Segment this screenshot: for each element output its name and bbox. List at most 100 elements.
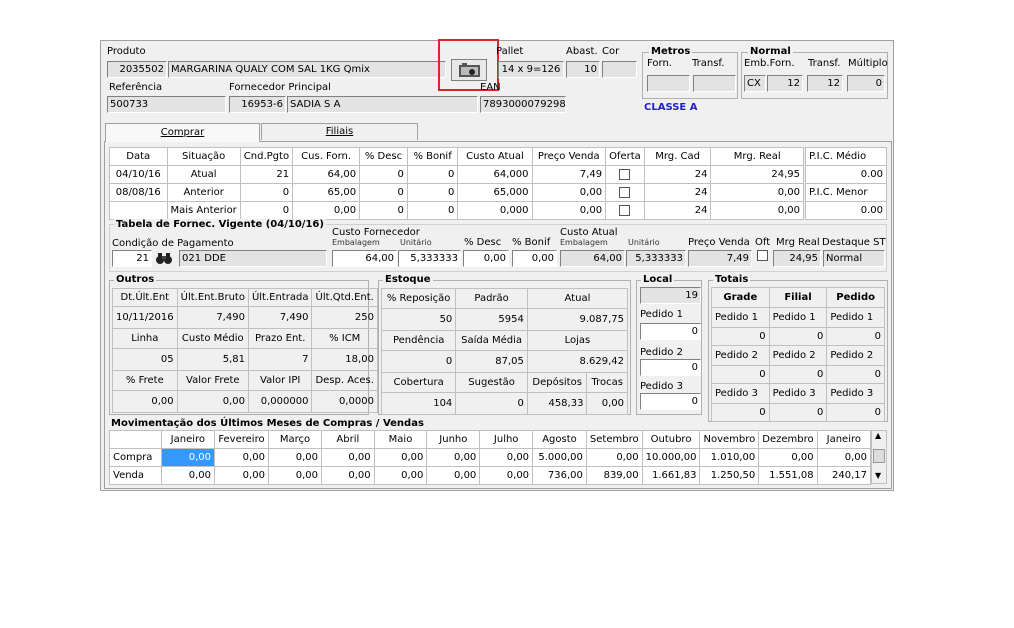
cell[interactable]: 0,00 <box>816 448 872 467</box>
cell[interactable]: 10.000,00 <box>641 448 701 467</box>
produto-name-field[interactable]: MARGARINA QUALY COM SAL 1KG Qmix <box>168 61 446 78</box>
oferta-checkbox[interactable] <box>619 204 631 216</box>
pv-field[interactable]: 7,49 <box>688 250 752 267</box>
oferta-checkbox[interactable] <box>619 168 631 180</box>
local-pedido3-label: Pedido 3 <box>640 381 683 392</box>
cell[interactable]: 1.010,00 <box>699 448 760 467</box>
ult-qtd-ent-value: 250 <box>311 306 378 329</box>
bonif-field[interactable]: 0,00 <box>512 250 557 267</box>
cell[interactable]: 0,00 <box>479 448 534 467</box>
normal-title: Normal <box>748 46 793 57</box>
local-pedido3-field[interactable]: 0 <box>640 393 701 410</box>
produto-code-field[interactable]: 2035502 <box>107 61 167 78</box>
cell[interactable]: 0,00 <box>373 448 428 467</box>
table-row[interactable]: Mais Anterior 0 0,00 0 0 0,000 0,00 24 0… <box>109 201 804 220</box>
tab-filiais[interactable]: Filiais <box>261 123 418 140</box>
cell[interactable]: 0,00 <box>267 448 323 467</box>
scroll-down-icon[interactable]: ▼ <box>875 471 881 480</box>
classe-label: CLASSE A <box>644 102 698 113</box>
camera-button[interactable] <box>451 59 487 81</box>
abast-field[interactable]: 10 <box>566 61 600 78</box>
ult-entrada-label: Últ.Entrada <box>247 288 313 307</box>
normal-group: Normal Emb.Forn. Transf. Múltiplo CX 12 … <box>741 46 888 99</box>
camera-icon <box>459 63 480 77</box>
fornecedor-code-field[interactable]: 16953-6 <box>229 96 286 113</box>
ca-unit-field[interactable]: 5,333333 <box>626 250 686 267</box>
linha-label: Linha <box>112 328 178 349</box>
mrg-real-field[interactable]: 24,95 <box>773 250 821 267</box>
emb-forn-label: Emb.Forn. <box>744 58 795 69</box>
scroll-up-icon[interactable]: ▲ <box>875 431 881 440</box>
cell[interactable]: 0,00 <box>373 466 428 485</box>
table-row[interactable]: 08/08/16 Anterior 0 65,00 0 0 65,000 0,0… <box>109 183 804 202</box>
prazo-ent-value: 7 <box>247 348 313 371</box>
tab-comprar[interactable]: Comprar <box>105 123 260 142</box>
cell[interactable]: 0,00 <box>267 466 323 485</box>
emb-forn-field[interactable]: 12 <box>767 75 803 92</box>
normal-transf-field[interactable]: 12 <box>807 75 843 92</box>
cell: 64,00 <box>292 165 361 184</box>
cell: 0 <box>768 365 828 384</box>
table-row[interactable]: Venda 0,00 0,00 0,00 0,00 0,00 0,00 0,00 736,00 8… <box>109 466 872 485</box>
metros-transf-field[interactable] <box>693 75 736 92</box>
pedido-header: Pedido <box>826 287 885 308</box>
table-row[interactable]: Compra 0,00 0,00 0,00 0,00 0,00 0,00 0,00 5.000,… <box>109 448 872 467</box>
cell[interactable]: 0,00 <box>585 448 643 467</box>
cell[interactable]: 1.551,08 <box>758 466 818 485</box>
cell: 0 <box>711 327 770 346</box>
cor-field[interactable] <box>602 61 637 78</box>
saida-media-value: 87,05 <box>455 350 528 373</box>
cell[interactable]: 5.000,00 <box>532 448 587 467</box>
valor-frete-value: 0,00 <box>176 390 249 413</box>
hdr-mrgcad: Mrg. Cad <box>643 147 712 166</box>
desc-field[interactable]: 0,00 <box>463 250 509 267</box>
cell[interactable]: 0,00 <box>758 448 818 467</box>
cell[interactable]: 1.661,83 <box>641 466 701 485</box>
mov-scrollbar[interactable]: ▲ ▼ <box>871 430 887 484</box>
sugestao-label: Sugestão <box>455 372 528 393</box>
pallet-field[interactable]: 14 x 9=126 <box>498 61 564 78</box>
fornecedor-name-field[interactable]: SADIA S A <box>287 96 478 113</box>
referencia-field[interactable]: 500733 <box>107 96 226 113</box>
cell[interactable]: 0,00 <box>479 466 534 485</box>
destaque-field[interactable]: Normal <box>823 250 885 267</box>
trocas-label: Trocas <box>586 372 628 393</box>
local-pedido2-field[interactable]: 0 <box>640 359 701 376</box>
metros-forn-field[interactable] <box>647 75 690 92</box>
local-field[interactable]: 19 <box>640 287 701 304</box>
cell[interactable]: 0,00 <box>426 448 481 467</box>
cell[interactable]: 0,00 <box>213 466 269 485</box>
ca-emb-label: Embalagem <box>560 238 608 247</box>
cell[interactable]: 0,00 <box>321 448 375 467</box>
emb-unit-field[interactable]: CX <box>744 75 766 92</box>
cond-pag-name-field[interactable]: 021 DDE <box>179 250 327 267</box>
oft-checkbox[interactable] <box>757 250 768 261</box>
cell[interactable]: 0,00 <box>160 466 215 485</box>
cell[interactable]: 0,00 <box>160 448 215 467</box>
local-pedido1-field[interactable]: 0 <box>640 323 701 340</box>
cell: Atual <box>166 165 241 184</box>
multiplo-field[interactable]: 0 <box>847 75 885 92</box>
cell[interactable]: 0,00 <box>426 466 481 485</box>
ca-emb-field[interactable]: 64,00 <box>560 250 625 267</box>
cf-unit-field[interactable]: 5,333333 <box>398 250 461 267</box>
cell[interactable]: 240,17 <box>816 466 872 485</box>
ean-field[interactable]: 7893000079298 <box>480 96 566 113</box>
binoculars-button[interactable] <box>154 250 176 267</box>
cell[interactable]: 736,00 <box>532 466 587 485</box>
cell[interactable]: 0,00 <box>321 466 375 485</box>
estoque-table: % Reposição Padrão Atual 50 5954 9.087,75 Pe… <box>380 288 629 415</box>
cell[interactable]: 1.250,50 <box>699 466 760 485</box>
cell[interactable]: 0,00 <box>213 448 269 467</box>
icm-label: % ICM <box>311 328 378 349</box>
oferta-checkbox[interactable] <box>619 186 631 198</box>
mov-table: Janeiro Fevereiro Março Abril Maio Junho Julho… <box>109 430 872 485</box>
cell: Pedido 1 <box>826 307 885 328</box>
cell: Pedido 2 <box>768 345 828 366</box>
cell: 0 <box>406 201 459 220</box>
cell[interactable]: 839,00 <box>585 466 643 485</box>
table-row[interactable]: 04/10/16 Atual 21 64,00 0 0 64,000 7,49 … <box>109 165 804 184</box>
cond-pag-code-field[interactable]: 21 <box>112 250 152 267</box>
cf-emb-field[interactable]: 64,00 <box>332 250 397 267</box>
scroll-thumb[interactable] <box>873 449 885 463</box>
